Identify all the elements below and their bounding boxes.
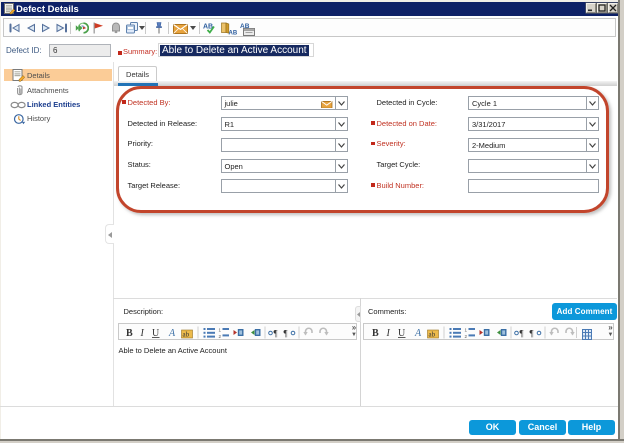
svg-text:1: 1 [464, 328, 467, 333]
svg-text:¶: ¶ [519, 329, 523, 339]
svg-text:B: B [372, 328, 379, 339]
svg-text:¶: ¶ [529, 329, 533, 339]
svg-text:¶: ¶ [284, 329, 288, 339]
svg-text:I: I [385, 328, 390, 339]
svg-text:B: B [126, 328, 133, 339]
svg-text:1: 1 [219, 328, 222, 333]
svg-text:I: I [140, 328, 145, 339]
svg-text:A: A [168, 328, 176, 339]
svg-text:¶: ¶ [274, 329, 278, 339]
svg-text:A: A [414, 328, 422, 339]
svg-text:ab: ab [183, 331, 190, 339]
svg-text:2: 2 [219, 334, 222, 339]
svg-text:2: 2 [464, 334, 467, 339]
svg-text:ab: ab [428, 331, 435, 339]
svg-text:AB: AB [229, 31, 238, 36]
